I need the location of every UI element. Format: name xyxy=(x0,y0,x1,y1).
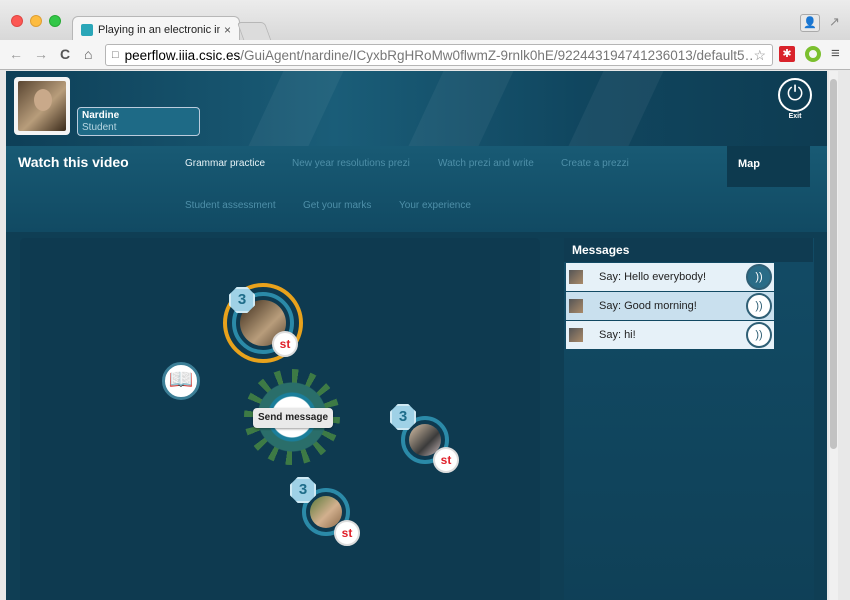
message-item: Say: Good morning! )) xyxy=(566,292,774,320)
minimize-window-button[interactable] xyxy=(30,15,42,27)
fullscreen-icon[interactable]: ↗ xyxy=(829,14,840,30)
banner-ray xyxy=(568,71,664,146)
url-path: /GuiAgent/nardine/ICyxbRgHRoMw0flwmZ-9rn… xyxy=(240,47,754,63)
menu-item-get-marks[interactable]: Get your marks xyxy=(303,200,371,211)
reload-icon[interactable]: C xyxy=(60,46,70,62)
avatar-photo xyxy=(18,81,66,131)
status-badge: st xyxy=(272,331,298,357)
browser-tab[interactable]: Playing in an electronic ins × xyxy=(72,16,240,42)
menu-item-watch-prezi[interactable]: Watch prezi and write xyxy=(438,158,534,169)
menu-icon[interactable]: ≡ xyxy=(831,45,840,62)
menu-item-student-assessment[interactable]: Student assessment xyxy=(185,200,276,211)
user-name: Nardine xyxy=(82,110,120,121)
messages-panel: Messages Say: Hello everybody! )) Say: G… xyxy=(564,238,814,600)
activity-menu: Watch this video Grammar practice New ye… xyxy=(6,146,827,232)
star-icon[interactable]: ☆ xyxy=(753,47,766,64)
home-icon[interactable]: ⌂ xyxy=(84,46,92,62)
listen-icon[interactable]: )) xyxy=(746,322,772,348)
status-badge: st xyxy=(433,447,459,473)
status-badge: st xyxy=(334,520,360,546)
zoom-window-button[interactable] xyxy=(49,15,61,27)
listen-icon[interactable]: )) xyxy=(746,293,772,319)
tab-map[interactable]: Map xyxy=(727,146,810,187)
user-info: Nardine Student xyxy=(77,107,200,136)
message-item: Say: hi! )) xyxy=(566,321,774,349)
new-tab-button[interactable] xyxy=(236,22,272,40)
page: Nardine Student ⏻ Exit Watch this video … xyxy=(6,71,827,600)
menu-item-grammar-practice[interactable]: Grammar practice xyxy=(185,158,265,169)
menu-item-new-year-prezi[interactable]: New year resolutions prezi xyxy=(292,158,410,169)
messages-header: Messages xyxy=(564,238,813,262)
scrollbar[interactable] xyxy=(829,71,838,600)
address-bar[interactable]: □ peerflow.iiia.csic.es /GuiAgent/nardin… xyxy=(105,44,773,66)
menu-item-create-prezzi[interactable]: Create a prezzi xyxy=(561,158,629,169)
browser-titlebar: Playing in an electronic ins × 👤 ↗ xyxy=(0,0,850,42)
header-banner: Nardine Student ⏻ Exit xyxy=(6,71,827,146)
sender-avatar xyxy=(569,270,583,284)
avatar[interactable] xyxy=(14,77,70,135)
banner-ray xyxy=(248,71,344,146)
message-item: Say: Hello everybody! )) xyxy=(566,263,774,291)
back-icon[interactable]: ← xyxy=(9,46,23,62)
sender-avatar xyxy=(569,299,583,313)
profile-icon[interactable]: 👤 xyxy=(800,14,820,32)
scroll-thumb[interactable] xyxy=(830,79,837,449)
message-text: Say: hi! xyxy=(599,329,636,341)
url-host: peerflow.iiia.csic.es xyxy=(124,47,241,63)
browser-toolbar: ← → C ⌂ □ peerflow.iiia.csic.es /GuiAgen… xyxy=(0,40,850,70)
tab-close-icon[interactable]: × xyxy=(224,23,231,37)
forward-icon[interactable]: → xyxy=(34,46,48,62)
sender-avatar xyxy=(569,328,583,342)
page-icon: □ xyxy=(112,49,119,61)
message-text: Say: Good morning! xyxy=(599,300,697,312)
book-icon[interactable]: 📖 xyxy=(162,362,200,400)
extension-ring-icon[interactable] xyxy=(805,46,821,62)
close-window-button[interactable] xyxy=(11,15,23,27)
exit-label: Exit xyxy=(788,113,802,120)
message-text: Say: Hello everybody! xyxy=(599,271,706,283)
favicon-icon xyxy=(81,23,93,36)
extension-icon[interactable]: ✱ xyxy=(779,46,795,62)
section-title: Watch this video xyxy=(18,154,129,170)
send-message-button[interactable]: Send message xyxy=(253,408,333,428)
listen-icon[interactable]: )) xyxy=(746,264,772,290)
banner-ray xyxy=(408,71,514,146)
tab-title: Playing in an electronic ins xyxy=(98,23,220,36)
user-role: Student xyxy=(82,122,117,133)
menu-item-your-experience[interactable]: Your experience xyxy=(399,200,471,211)
power-icon[interactable]: ⏻ xyxy=(778,78,812,112)
